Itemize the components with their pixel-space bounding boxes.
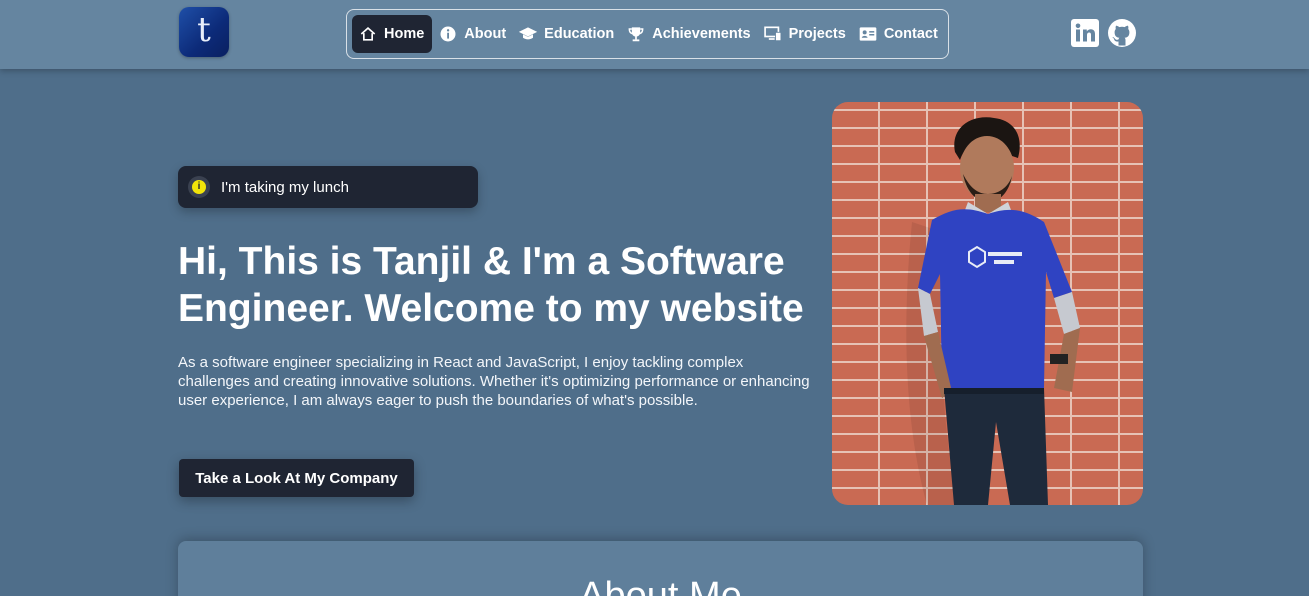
linkedin-link[interactable] bbox=[1070, 18, 1100, 48]
projects-monitor-icon bbox=[763, 26, 781, 42]
nav-about-label: About bbox=[464, 26, 507, 42]
logo-letter: t bbox=[197, 10, 211, 50]
status-indicator: i bbox=[188, 176, 210, 198]
status-text: I'm taking my lunch bbox=[221, 178, 349, 196]
main-nav: Home About Education Achievements Projec… bbox=[346, 9, 949, 59]
linkedin-icon bbox=[1071, 19, 1099, 47]
nav-projects-label: Projects bbox=[788, 26, 846, 42]
contact-card-icon bbox=[859, 27, 877, 41]
person-illustration bbox=[906, 117, 1080, 505]
company-cta-button[interactable]: Take a Look At My Company bbox=[179, 459, 414, 497]
top-navbar: t Home About Education Achievements Proj… bbox=[0, 0, 1309, 69]
info-icon bbox=[440, 26, 456, 42]
nav-about[interactable]: About bbox=[432, 15, 512, 53]
about-title: About Me bbox=[579, 575, 742, 596]
profile-photo bbox=[832, 102, 1143, 505]
github-link[interactable] bbox=[1107, 18, 1137, 48]
nav-contact[interactable]: Contact bbox=[852, 15, 944, 53]
nav-achievements-label: Achievements bbox=[652, 26, 751, 42]
info-icon: i bbox=[192, 180, 206, 194]
nav-contact-label: Contact bbox=[883, 26, 938, 42]
hero-intro: As a software engineer specializing in R… bbox=[178, 354, 810, 409]
site-logo[interactable]: t bbox=[179, 7, 229, 57]
github-icon bbox=[1108, 19, 1136, 47]
nav-home[interactable]: Home bbox=[352, 15, 433, 53]
home-icon bbox=[360, 27, 376, 41]
trophy-icon bbox=[628, 27, 644, 42]
nav-achievements[interactable]: Achievements bbox=[620, 15, 756, 53]
nav-projects[interactable]: Projects bbox=[757, 15, 852, 53]
hero-headline: Hi, This is Tanjil & I'm a Software Engi… bbox=[178, 240, 804, 330]
nav-education-label: Education bbox=[544, 26, 615, 42]
about-section: About Me bbox=[178, 541, 1143, 596]
nav-education[interactable]: Education bbox=[512, 15, 620, 53]
status-pill: i I'm taking my lunch bbox=[178, 166, 478, 208]
nav-home-label: Home bbox=[384, 26, 425, 42]
graduation-cap-icon bbox=[519, 27, 538, 40]
